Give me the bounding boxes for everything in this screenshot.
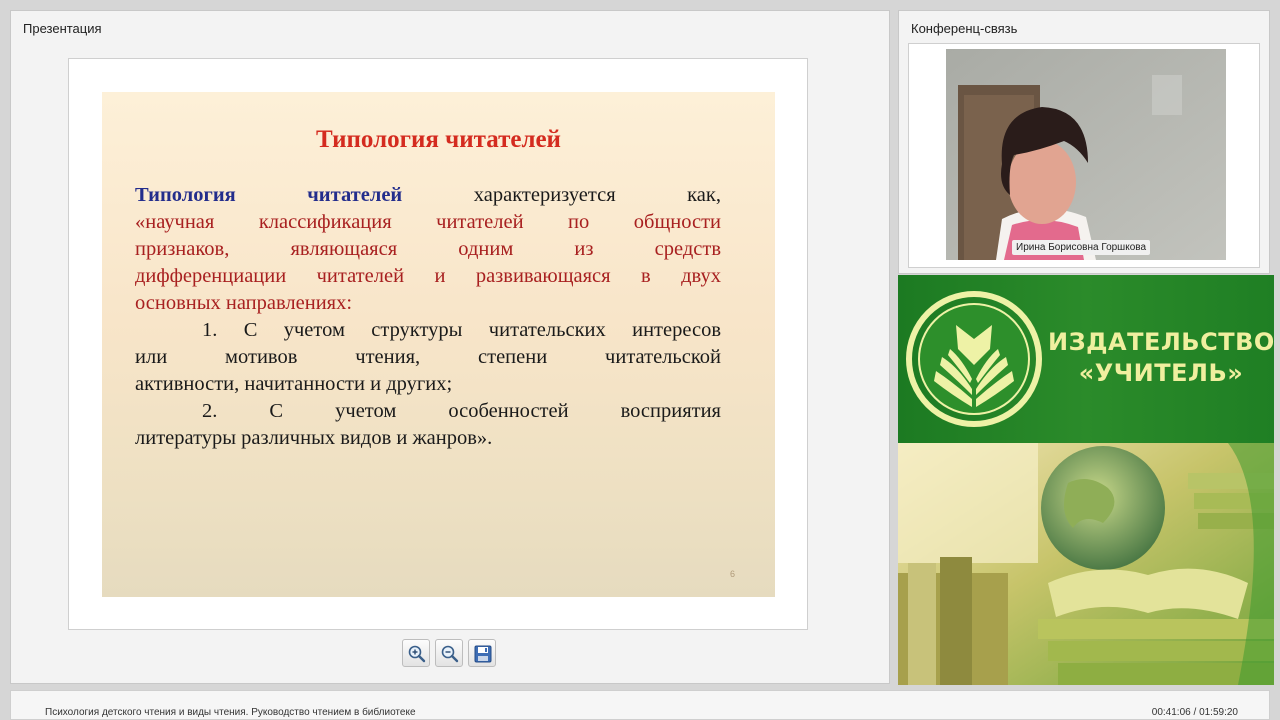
banner-header: ИЗДАТЕЛЬСТВО «УЧИТЕЛЬ» <box>898 275 1274 443</box>
slide: Типология читателей Типология читателей … <box>102 92 775 597</box>
zoom-out-icon <box>441 645 459 663</box>
slide-list-line: литературы различных видов и жанров». <box>135 427 493 449</box>
slide-quote-line: дифференциации читателей и развивающаяся… <box>135 265 721 287</box>
slide-quote-line: основных направлениях: <box>135 292 353 314</box>
books-globe-image <box>898 443 1274 685</box>
slide-text: характеризуется как, <box>473 184 721 206</box>
save-icon <box>474 645 492 663</box>
speaker-video: Ирина Борисовна Горшкова <box>946 49 1226 260</box>
speaker-video-image <box>946 49 1226 260</box>
slide-list-line: 2. С учетом особенностей восприятия <box>202 400 721 422</box>
time-elapsed: 00:41:06 <box>1151 707 1191 718</box>
slide-title: Типология читателей <box>316 126 561 153</box>
zoom-in-icon <box>408 645 426 663</box>
presentation-panel: Презентация Типология читателей Типологи… <box>10 10 890 684</box>
slide-quote-line: «научная классификация читателей по общн… <box>135 211 721 233</box>
video-frame: Ирина Борисовна Горшкова <box>908 43 1260 268</box>
slide-list-line: 1. С учетом структуры читательских интер… <box>202 319 721 341</box>
playback-time: 00:41:06 / 01:59:20 <box>1152 707 1238 718</box>
slide-term-word: читателей <box>307 184 403 206</box>
speaker-name-label: Ирина Борисовна Горшкова <box>1012 240 1151 255</box>
publisher-name-line: ИЗДАТЕЛЬСТВО <box>1048 328 1274 356</box>
presentation-panel-title: Презентация <box>23 21 102 36</box>
publisher-banner: ИЗДАТЕЛЬСТВО «УЧИТЕЛЬ» <box>898 275 1274 685</box>
slide-quote-line: признаков, являющаяся одним из средств <box>135 238 721 260</box>
publisher-name: ИЗДАТЕЛЬСТВО «УЧИТЕЛЬ» <box>1048 327 1274 389</box>
publisher-name-line: «УЧИТЕЛЬ» <box>1078 359 1244 387</box>
time-separator: / <box>1190 707 1200 718</box>
time-total: 01:59:20 <box>1199 707 1238 718</box>
lecture-title: Психология детского чтения и виды чтения… <box>45 707 416 718</box>
publisher-logo-icon <box>906 291 1042 427</box>
conference-panel-title: Конференц-связь <box>911 21 1018 36</box>
slide-body: Типология читателей характеризуется как,… <box>135 182 721 452</box>
zoom-in-button[interactable] <box>402 639 430 667</box>
conference-panel: Конференц-связь Ирина Борисовна Горшкова <box>898 10 1270 274</box>
slide-frame: Типология читателей Типология читателей … <box>68 58 808 630</box>
slide-list-line: или мотивов чтения, степени читательской <box>135 346 721 368</box>
slide-list-line: активности, начитанности и других; <box>135 373 453 395</box>
save-button[interactable] <box>468 639 496 667</box>
slide-line: Типология читателей характеризуется как, <box>135 182 721 209</box>
slide-page-number: 6 <box>729 569 735 579</box>
slide-term-word: Типология <box>135 184 236 206</box>
zoom-out-button[interactable] <box>435 639 463 667</box>
bottom-bar: Психология детского чтения и виды чтения… <box>10 690 1270 720</box>
